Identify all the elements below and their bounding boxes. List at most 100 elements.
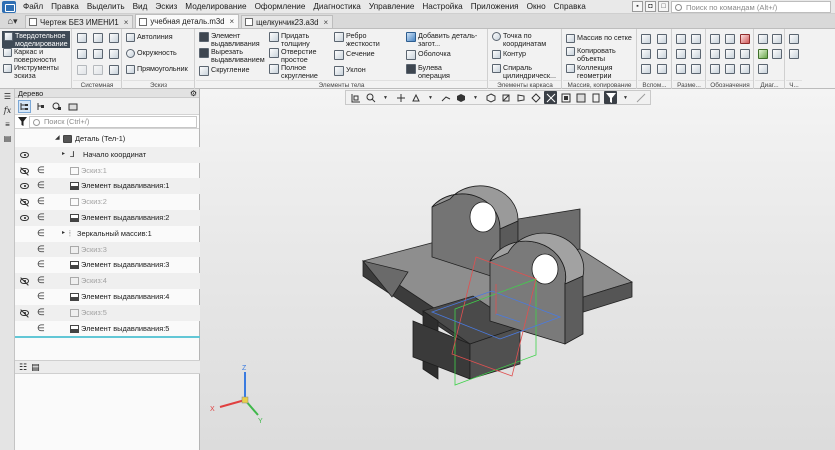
- hidden-eye-icon[interactable]: [20, 199, 29, 206]
- menu-window[interactable]: Окно: [523, 0, 550, 14]
- command-search-input[interactable]: Поиск по командам (Alt+/): [671, 1, 831, 13]
- expand-icon[interactable]: ▸: [62, 147, 65, 163]
- collisions-icon[interactable]: [772, 49, 782, 59]
- angle-plane-icon[interactable]: [657, 49, 667, 59]
- menu-help[interactable]: Справка: [550, 0, 590, 14]
- tree-row-sketch-3[interactable]: ∈ Эскиз:3: [15, 241, 200, 258]
- perspective-icon[interactable]: [514, 91, 527, 104]
- visibility-eye-icon[interactable]: [20, 151, 29, 158]
- tree-row-extrude-3[interactable]: ∈ Элемент выдавливания:3: [15, 257, 200, 273]
- tab-drawing[interactable]: Чертеж БЕЗ ИМЕНИ1 ×: [25, 15, 134, 28]
- tree-display-icon[interactable]: [66, 100, 79, 113]
- visibility-eye-icon[interactable]: [20, 214, 29, 221]
- tree-toggle-icon[interactable]: ☰: [2, 91, 13, 102]
- pan-icon[interactable]: [394, 91, 407, 104]
- table-icon[interactable]: [710, 64, 720, 74]
- selection-filter-icon[interactable]: [604, 91, 617, 104]
- polyline-button[interactable]: Автолиния: [126, 33, 173, 42]
- point-aux-icon[interactable]: [641, 64, 651, 74]
- undo-icon[interactable]: [77, 65, 87, 75]
- variables-icon[interactable]: fx: [2, 105, 13, 116]
- wireframe-icon[interactable]: [484, 91, 497, 104]
- display-style-dropdown-icon[interactable]: ▼: [469, 91, 482, 104]
- tree-row-sketch-1[interactable]: ∈ Эскиз:1: [15, 163, 200, 179]
- diameter-dimension-icon[interactable]: [691, 34, 701, 44]
- mark-icon[interactable]: [740, 34, 750, 44]
- model-view[interactable]: Z X Y: [200, 89, 835, 450]
- circle-button[interactable]: Окружность: [126, 49, 177, 58]
- extrude-button[interactable]: Элемент выдавливания: [199, 32, 265, 47]
- menu-sketch[interactable]: Эскиз: [151, 0, 181, 14]
- tree-row-sketch-2[interactable]: ∈ Эскиз:2: [15, 194, 200, 210]
- tree-search-input[interactable]: Поиск (Ctrl+/): [29, 115, 197, 128]
- layers-icon[interactable]: ≡: [2, 119, 13, 130]
- hidden-eye-icon[interactable]: [20, 309, 29, 316]
- filter-dropdown-icon[interactable]: ▼: [619, 91, 632, 104]
- close-icon[interactable]: ×: [124, 18, 129, 27]
- show-all-icon[interactable]: [574, 91, 587, 104]
- collapse-icon[interactable]: ◢: [55, 131, 60, 147]
- menu-applications[interactable]: Приложения: [467, 0, 523, 14]
- copy-icon[interactable]: [109, 49, 119, 59]
- lighting-icon[interactable]: [529, 91, 542, 104]
- point-by-coords-button[interactable]: Точка по координатам: [492, 32, 561, 47]
- roughness-icon[interactable]: [710, 34, 720, 44]
- tab-part[interactable]: учебная деталь.m3d ×: [135, 14, 240, 28]
- menu-edit[interactable]: Правка: [47, 0, 83, 14]
- paste-icon[interactable]: [109, 65, 119, 75]
- screenshot-icon[interactable]: ◘: [645, 1, 656, 12]
- create-document-icon[interactable]: [77, 33, 87, 43]
- mode-sketch-tools[interactable]: Инструменты эскиза: [3, 64, 70, 79]
- layers-view-icon[interactable]: [589, 91, 602, 104]
- full-fillet-button[interactable]: Полное скругление: [269, 64, 327, 79]
- brand-icon[interactable]: [740, 64, 750, 74]
- new-document-icon[interactable]: □: [658, 1, 669, 12]
- menu-view[interactable]: Вид: [129, 0, 152, 14]
- menu-drafting[interactable]: Оформление: [251, 0, 310, 14]
- view-mode-icon[interactable]: [349, 91, 362, 104]
- auto-dimension-icon[interactable]: [691, 64, 701, 74]
- tree-row-extrude-4[interactable]: ∈ Элемент выдавливания:4: [15, 289, 200, 305]
- copy-objects-button[interactable]: Копировать объекты: [566, 47, 631, 62]
- rectangle-button[interactable]: Прямоугольник: [126, 65, 188, 74]
- section-view-icon[interactable]: [499, 91, 512, 104]
- arc-dimension-icon[interactable]: [676, 64, 686, 74]
- orientation-dropdown-icon[interactable]: ▼: [424, 91, 437, 104]
- filter-icon[interactable]: [15, 116, 29, 128]
- thicken-button[interactable]: Придать толщину: [269, 32, 327, 47]
- grid-array-button[interactable]: Массив по сетке: [566, 34, 632, 43]
- home-button[interactable]: ⌂▾: [0, 14, 25, 28]
- lcs-icon[interactable]: [657, 64, 667, 74]
- cylindrical-spiral-button[interactable]: Спираль цилиндрическ...: [492, 64, 561, 79]
- open-document-icon[interactable]: [93, 33, 103, 43]
- linear-dimension-icon[interactable]: [676, 34, 686, 44]
- draft-button[interactable]: Уклон: [334, 66, 366, 76]
- fillet-button[interactable]: Скругление: [199, 66, 249, 76]
- check-icon[interactable]: [758, 49, 768, 59]
- tree-row-sketch-4[interactable]: ∈ Эскиз:4: [15, 273, 200, 289]
- tree-row-origin[interactable]: ▸ ⅃ Начало координат: [15, 146, 200, 163]
- expand-icon[interactable]: ▸: [62, 226, 65, 242]
- angle-measure-icon[interactable]: [758, 64, 768, 74]
- measure-icon[interactable]: [634, 91, 647, 104]
- drawing-view-icon[interactable]: [789, 34, 799, 44]
- tab-assembly[interactable]: щелкунчик23.a3d ×: [241, 15, 334, 28]
- tree-row-extrude-2[interactable]: ∈ Элемент выдавливания:2: [15, 209, 200, 226]
- close-icon[interactable]: ×: [324, 18, 329, 27]
- save-icon[interactable]: ▪: [632, 1, 643, 12]
- rib-button[interactable]: Ребро жесткости: [334, 32, 392, 47]
- text-icon[interactable]: [740, 49, 750, 59]
- tree-row-root[interactable]: ◢ Деталь (Тел-1): [15, 131, 200, 147]
- gear-icon[interactable]: ⚙: [190, 89, 197, 98]
- menu-select[interactable]: Выделить: [83, 0, 129, 14]
- tree-row-mirror-1[interactable]: ∈ ▸ ⦙ Зеркальный массив:1: [15, 226, 200, 242]
- orientation-icon[interactable]: [439, 91, 452, 104]
- close-icon[interactable]: ×: [230, 17, 235, 26]
- zoom-icon[interactable]: [364, 91, 377, 104]
- mass-properties-icon[interactable]: [772, 34, 782, 44]
- plane-icon[interactable]: [641, 34, 651, 44]
- spec-icon[interactable]: [789, 49, 799, 59]
- cut-icon[interactable]: [93, 49, 103, 59]
- properties-panel-icon[interactable]: ▤: [2, 133, 13, 144]
- position-icon[interactable]: [725, 64, 735, 74]
